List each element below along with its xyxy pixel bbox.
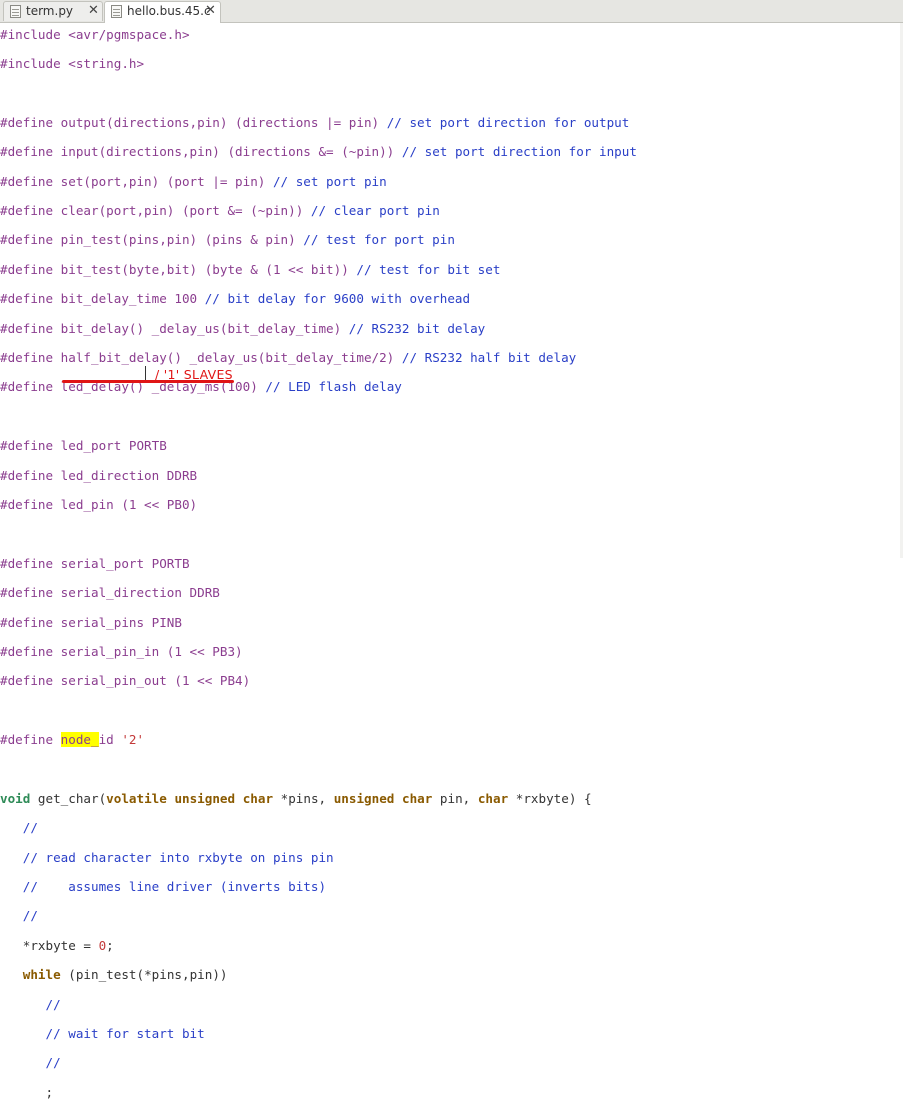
code-line-node-id: #define node_id '2'	[0, 732, 145, 748]
code-line: //	[0, 908, 38, 924]
code-line: #include <avr/pgmspace.h>	[0, 26, 190, 42]
code-line: #define output(directions,pin) (directio…	[0, 114, 630, 130]
code-line: #define input(directions,pin) (direction…	[0, 144, 637, 160]
code-line: #define serial_port PORTB	[0, 555, 190, 571]
code-editor[interactable]: #include <avr/pgmspace.h> #include <stri…	[0, 13, 903, 1115]
code-line: #define half_bit_delay() _delay_us(bit_d…	[0, 350, 577, 365]
code-line: ;	[0, 1084, 54, 1100]
code-line: // assumes line driver (inverts bits)	[0, 879, 327, 895]
code-line: while (pin_test(*pins,pin))	[22, 967, 228, 983]
code-line: #define serial_pin_in (1 << PB3)	[0, 643, 243, 659]
code-line: *rxbyte = 0;	[0, 937, 114, 953]
code-line: #define led_pin (1 << PB0)	[0, 496, 198, 512]
code-line: void get_char(volatile unsigned char *pi…	[0, 790, 592, 806]
code-line: #define clear(port,pin) (port &= (~pin))…	[0, 203, 440, 219]
code-line: #define bit_delay_time 100 // bit delay …	[0, 291, 471, 307]
code-line: #define serial_direction DDRB	[0, 585, 220, 601]
code-line: // read character into rxbyte on pins pi…	[0, 849, 334, 865]
code-line: #define led_port PORTB	[0, 438, 167, 454]
code-line: #define bit_delay() _delay_us(bit_delay_…	[0, 320, 486, 336]
code-line: #define serial_pins PINB	[0, 614, 182, 630]
search-highlight: node_	[60, 732, 99, 748]
red-underline	[62, 380, 234, 383]
code-line: #define set(port,pin) (port |= pin) // s…	[0, 173, 387, 189]
code-line: //	[0, 1055, 61, 1071]
code-line: #define pin_test(pins,pin) (pins & pin) …	[0, 232, 455, 248]
code-line: #define bit_test(byte,bit) (byte & (1 <<…	[0, 261, 501, 277]
code-line: // wait for start bit	[0, 1025, 205, 1041]
code-line: //	[0, 820, 38, 836]
code-line: #define led_direction DDRB	[0, 467, 198, 483]
code-line: #define serial_pin_out (1 << PB4)	[0, 673, 251, 689]
code-line: #include <string.h>	[0, 56, 145, 72]
code-line: //	[0, 996, 61, 1012]
text-cursor	[145, 366, 146, 381]
